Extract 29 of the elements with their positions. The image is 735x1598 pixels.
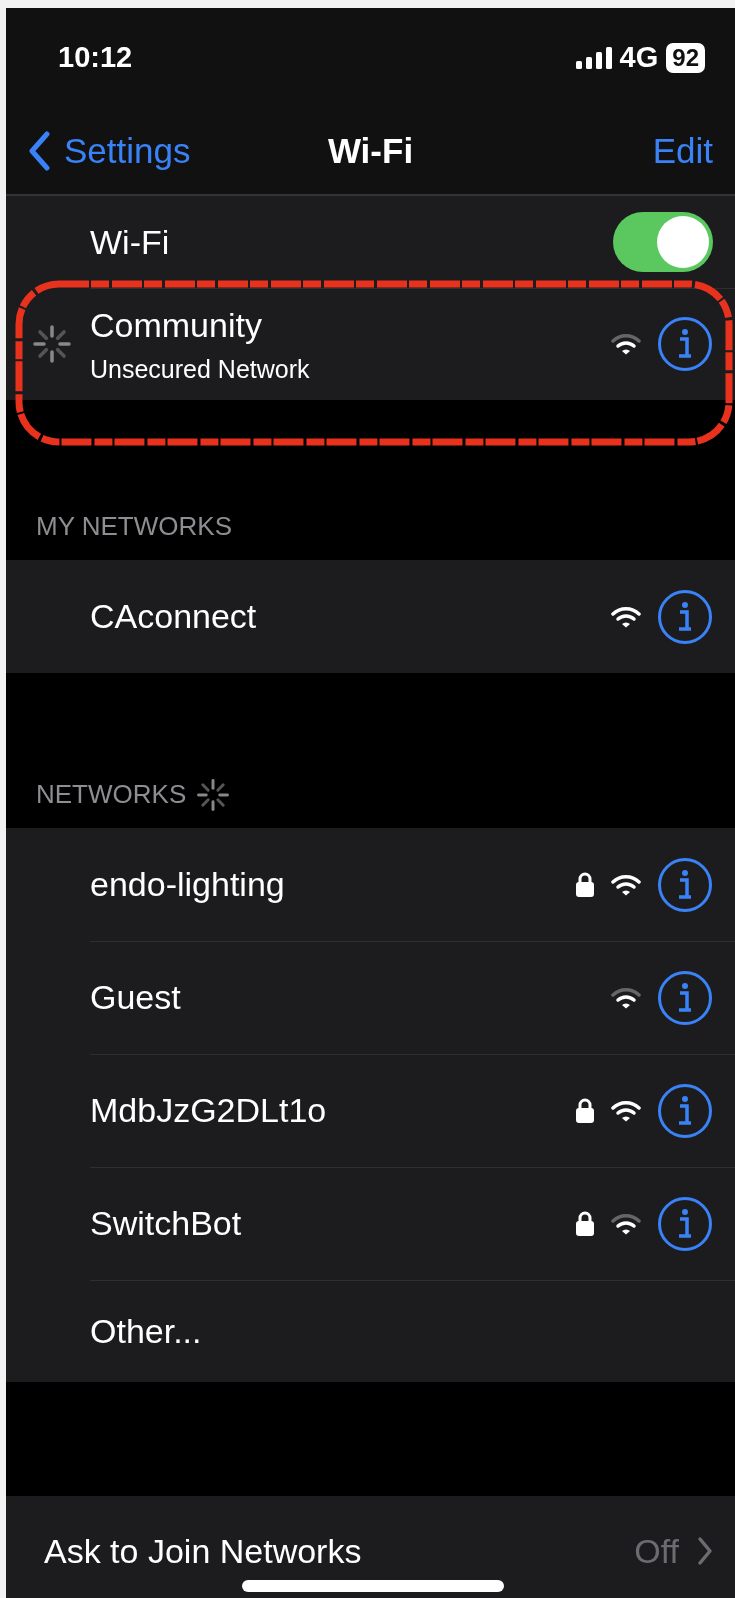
- network-type: 4G: [619, 40, 659, 76]
- info-icon[interactable]: [657, 1195, 713, 1252]
- network-name[interactable]: SwitchBot: [90, 1198, 242, 1249]
- edit-button[interactable]: Edit: [652, 124, 713, 178]
- network-name[interactable]: CAconnect: [90, 591, 257, 642]
- other-network-link[interactable]: Other...: [90, 1305, 202, 1357]
- cellular-signal-icon: [575, 47, 612, 69]
- setting-label[interactable]: Ask to Join Networks: [44, 1525, 362, 1577]
- setting-label: Wi-Fi: [90, 221, 170, 263]
- back-chevron-icon: [28, 131, 50, 171]
- back-link[interactable]: Settings: [28, 124, 191, 178]
- network-name[interactable]: Community: [90, 299, 310, 351]
- page-title: Wi-Fi: [327, 129, 414, 172]
- info-icon[interactable]: [657, 969, 713, 1026]
- info-icon[interactable]: [657, 588, 713, 645]
- info-icon[interactable]: [657, 1082, 713, 1139]
- setting-value: Off: [634, 1530, 679, 1572]
- chevron-icon: [697, 1536, 713, 1566]
- info-icon[interactable]: [657, 316, 713, 372]
- section-header: MY NETWORKS: [35, 510, 232, 543]
- wifi-toggle[interactable]: [613, 212, 713, 272]
- battery-level: 92: [666, 43, 705, 73]
- network-name[interactable]: endo-lighting: [90, 859, 285, 910]
- network-name[interactable]: MdbJzG2DLt1o: [90, 1085, 327, 1136]
- info-icon[interactable]: [657, 856, 713, 913]
- status-time: 10:12: [58, 40, 133, 76]
- network-status: Unsecured Network: [90, 353, 310, 385]
- network-name[interactable]: Guest: [90, 972, 181, 1023]
- section-header: NETWORKS: [36, 778, 187, 811]
